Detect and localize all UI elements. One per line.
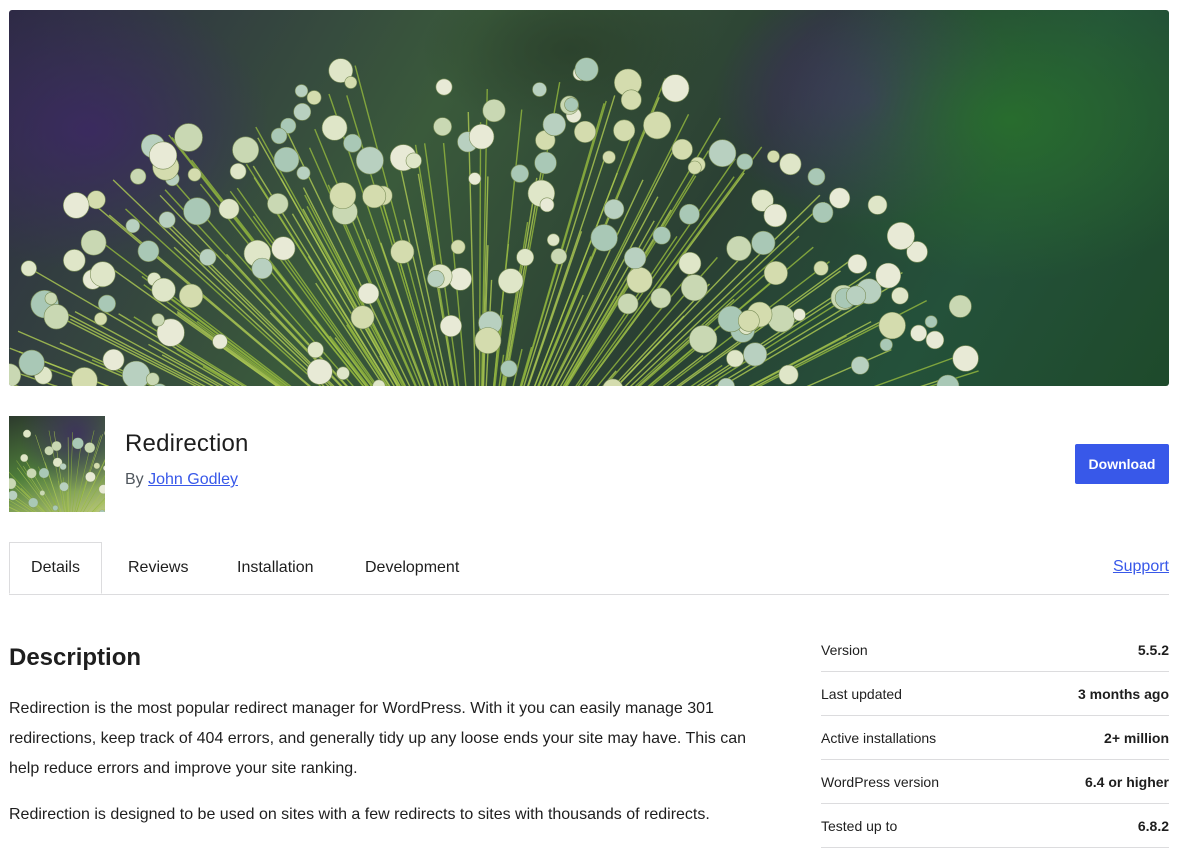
- plugin-byline: By John Godley: [125, 471, 238, 489]
- support-link[interactable]: Support: [1113, 558, 1169, 576]
- plugin-banner-image: [9, 10, 1169, 386]
- meta-row-version: Version 5.5.2: [821, 628, 1169, 672]
- meta-row-last-updated: Last updated 3 months ago: [821, 672, 1169, 716]
- meta-value: 5.5.2: [1138, 642, 1169, 658]
- tab-development[interactable]: Development: [365, 542, 459, 593]
- plugin-icon-image: [9, 416, 105, 512]
- meta-value: 6.4 or higher: [1085, 774, 1169, 790]
- description-heading: Description: [9, 644, 141, 672]
- tab-reviews[interactable]: Reviews: [128, 542, 188, 593]
- meta-row-active-installations: Active installations 2+ million: [821, 716, 1169, 760]
- plugin-title: Redirection: [125, 430, 249, 458]
- plugin-meta-list: Version 5.5.2 Last updated 3 months ago …: [821, 628, 1169, 848]
- tab-details[interactable]: Details: [9, 542, 102, 594]
- by-label: By: [125, 471, 144, 488]
- meta-value: 6.8.2: [1138, 818, 1169, 834]
- meta-label: Version: [821, 642, 868, 658]
- meta-label: Last updated: [821, 686, 902, 702]
- description-paragraph: Redirection is designed to be used on si…: [9, 800, 769, 830]
- meta-row-tested-up-to: Tested up to 6.8.2: [821, 804, 1169, 848]
- meta-value: 2+ million: [1104, 730, 1169, 746]
- meta-row-wordpress-version: WordPress version 6.4 or higher: [821, 760, 1169, 804]
- meta-label: Active installations: [821, 730, 936, 746]
- tab-installation[interactable]: Installation: [237, 542, 314, 593]
- meta-value: 3 months ago: [1078, 686, 1169, 702]
- download-button[interactable]: Download: [1075, 444, 1169, 484]
- description-paragraph: Redirection is the most popular redirect…: [9, 694, 769, 784]
- meta-label: Tested up to: [821, 818, 897, 834]
- author-link[interactable]: John Godley: [148, 471, 238, 488]
- meta-label: WordPress version: [821, 774, 939, 790]
- plugin-tabs: Details Reviews Installation Development…: [9, 542, 1169, 595]
